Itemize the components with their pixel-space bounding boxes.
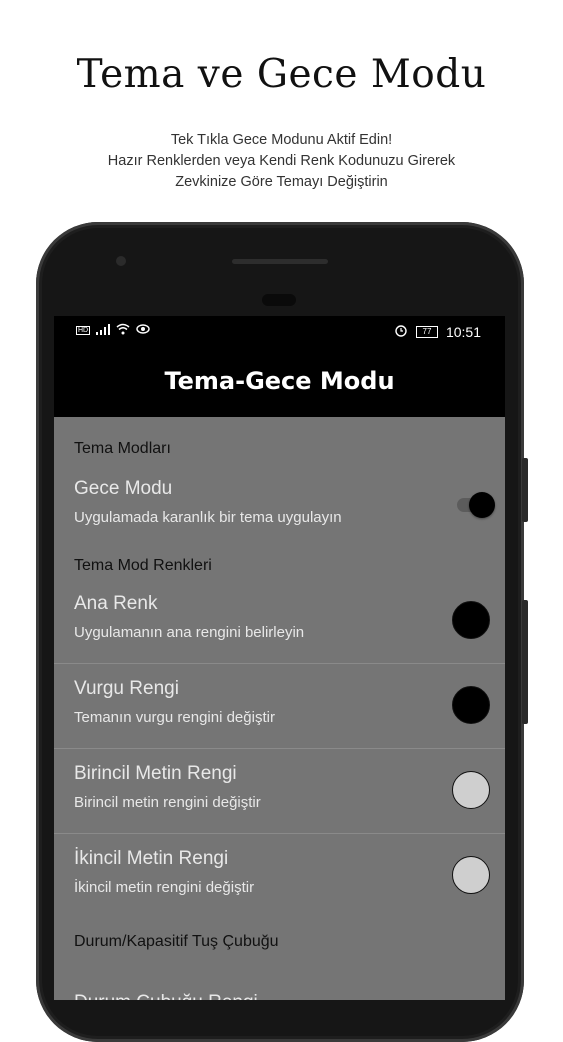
promo-subtitle-line: Zevkinize Göre Temayı Değiştirin	[175, 174, 388, 190]
color-swatch[interactable]	[452, 771, 490, 809]
pref-title: Gece Modu	[74, 478, 173, 499]
pref-summary: Uygulamada karanlık bir tema uygulayın	[74, 509, 342, 526]
promo-title: Tema ve Gece Modu	[76, 52, 487, 97]
power-button	[522, 600, 528, 724]
promo-subtitle-line: Tek Tıkla Gece Modunu Aktif Edin!	[170, 132, 393, 148]
hd-icon: HD	[76, 326, 91, 335]
category-header-theme-modes: Tema Modları	[74, 440, 171, 457]
pref-summary: İkincil metin rengini değiştir	[74, 879, 255, 896]
pref-title: Ana Renk	[74, 593, 158, 614]
battery-icon: 77	[415, 325, 438, 338]
color-swatch[interactable]	[452, 601, 490, 639]
night-mode-switch[interactable]	[455, 492, 495, 518]
pref-night-mode[interactable]: Gece Modu Uygulamada karanlık bir tema u…	[54, 464, 505, 544]
color-swatch[interactable]	[452, 856, 490, 894]
pref-summary: Uygulamanın ana rengini belirleyin	[74, 624, 305, 641]
volume-button	[522, 458, 528, 522]
clock: 10:51	[445, 323, 481, 340]
category-header-status-bar: Durum/Kapasitif Tuş Çubuğu	[74, 933, 279, 950]
app-screen: HD 77 10:51 Tema-Gece Modu Tema Modları …	[54, 316, 505, 1000]
pref-secondary-text-color[interactable]: İkincil Metin Rengi İkincil metin rengin…	[54, 834, 505, 914]
pref-title: Vurgu Rengi	[74, 678, 179, 699]
promo-subtitle: Tek Tıkla Gece Modunu Aktif Edin! Hazır …	[0, 130, 563, 193]
pref-summary: Birincil metin rengini değiştir	[74, 794, 261, 811]
pref-title: Birincil Metin Rengi	[74, 763, 237, 784]
pref-title-status-bar-color[interactable]: Durum Çubuğu Rengi	[74, 992, 258, 1000]
alarm-icon	[394, 323, 408, 340]
pref-summary: Temanın vurgu rengini değiştir	[74, 709, 275, 726]
pref-accent-color[interactable]: Vurgu Rengi Temanın vurgu rengini değişt…	[54, 664, 505, 749]
page-title: Tema-Gece Modu	[54, 348, 505, 417]
color-swatch[interactable]	[452, 686, 490, 724]
phone-earpiece	[262, 294, 296, 306]
wifi-icon	[116, 323, 130, 338]
pref-primary-color[interactable]: Ana Renk Uygulamanın ana rengini belirle…	[54, 579, 505, 664]
front-camera-icon	[116, 256, 126, 266]
eye-icon	[136, 324, 150, 337]
pref-primary-text-color[interactable]: Birincil Metin Rengi Birincil metin reng…	[54, 749, 505, 834]
signal-icon	[96, 323, 111, 338]
promo-subtitle-line: Hazır Renklerden veya Kendi Renk Kodunuz…	[107, 153, 456, 169]
phone-speaker-grille	[232, 259, 328, 264]
status-bar: HD 77 10:51	[54, 316, 505, 348]
pref-title: İkincil Metin Rengi	[74, 848, 229, 869]
switch-thumb	[469, 492, 495, 518]
category-header-theme-colors: Tema Mod Renkleri	[74, 557, 212, 574]
